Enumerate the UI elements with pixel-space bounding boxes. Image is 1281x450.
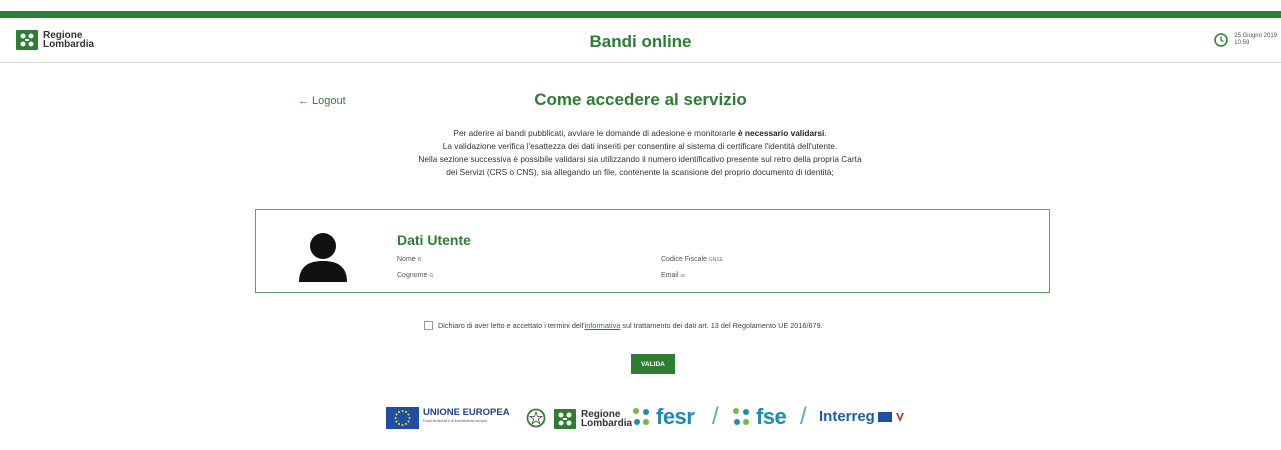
valida-button[interactable]: VALIDA (631, 354, 675, 374)
email-value: sc (680, 273, 686, 279)
logo-separator-1: / (712, 403, 719, 430)
fse-text: fse (756, 404, 787, 429)
informativa-link[interactable]: informativa (585, 321, 621, 330)
footer-logo-line2: Lombardia (581, 418, 633, 429)
codice-fiscale-label: Codice Fiscale (661, 256, 707, 263)
consent-text-after: sul trattamento dei dati art. 13 del Reg… (620, 321, 823, 330)
clock-icon (1214, 33, 1229, 47)
cognome-value: G (429, 273, 434, 279)
intro-emphasis: è necessario validarsi (738, 128, 825, 138)
email-label: Email (661, 272, 679, 279)
user-avatar-icon (299, 233, 347, 282)
heart-shield-icon (895, 412, 904, 422)
footer-logo-text: Regione Lombardia (581, 410, 633, 429)
intro-line-2: La validazione verifica l'esattezza dei … (442, 141, 838, 151)
nome-value: B (417, 257, 422, 263)
interreg-logo: Interreg (819, 408, 905, 425)
page-title: Come accedere al servizio (534, 90, 747, 109)
app-title: Bandi online (589, 32, 692, 51)
consent-checkbox[interactable] (424, 321, 433, 330)
fesr-pinwheel-icon (633, 408, 649, 425)
consent-text-before: Dichiaro di aver letto e accettato i ter… (438, 321, 585, 330)
consent-row: Dichiaro di aver letto e accettato i ter… (424, 321, 823, 330)
eu-subtitle: Fondi strutturali e di investimento euro… (423, 419, 488, 423)
user-data-title: Dati Utente (397, 232, 471, 248)
fesr-logo: fesr (630, 404, 695, 430)
nome-label: Nome (397, 256, 416, 263)
regione-lombardia-footer-icon (554, 409, 576, 429)
top-accent-bar (0, 11, 1281, 18)
user-data-card: Dati Utente Nome B Cognome G Codice Fiscal… (255, 209, 1050, 293)
codice-fiscale-field: Codice Fiscale GNSE (661, 256, 723, 263)
current-time: 10:59 (1234, 40, 1250, 46)
intro-line-1-end: . (824, 128, 827, 138)
intro-line-1: Per aderire ai bandi pubblicati, avviare… (340, 127, 940, 140)
interreg-text: Interreg (819, 408, 875, 425)
intro-text: Per aderire ai bandi pubblicati, avviare… (340, 127, 940, 179)
app-header: Regione Lombardia Bandi online 25 Giugno… (0, 18, 1281, 63)
eu-flag-icon (386, 407, 419, 429)
interreg-eu-flag-icon (877, 411, 892, 422)
italian-republic-emblem-icon (526, 408, 546, 428)
consent-text: Dichiaro di aver letto e accettato i ter… (438, 321, 823, 330)
eu-title: UNIONE EUROPEA (423, 407, 510, 418)
logo-separator-2: / (800, 403, 807, 430)
datetime: 25 Giugno 2019 10:59 (1214, 33, 1277, 47)
nome-field: Nome B (397, 256, 421, 263)
eu-text: UNIONE EUROPEA Fondi strutturali e di in… (423, 407, 510, 423)
current-date: 25 Giugno 2019 (1234, 33, 1277, 39)
codice-fiscale-value: GNSE (708, 257, 724, 263)
fse-pinwheel-icon (733, 408, 749, 425)
fse-logo: fse (730, 404, 787, 430)
regione-lombardia-footer-logo: Regione Lombardia (554, 409, 632, 429)
email-field: Email sc (661, 272, 686, 279)
footer-logos: UNIONE EUROPEA Fondi strutturali e di in… (386, 403, 926, 433)
cognome-label: Cognome (397, 272, 428, 279)
intro-line-3: Nella sezione successiva è possibile val… (418, 154, 862, 164)
intro-line-1-text: Per aderire ai bandi pubblicati, avviare… (453, 128, 738, 138)
fesr-text: fesr (656, 404, 695, 429)
cognome-field: Cognome G (397, 272, 433, 279)
intro-line-4: dei Servizi (CRS o CNS), sia allegando u… (446, 167, 834, 177)
